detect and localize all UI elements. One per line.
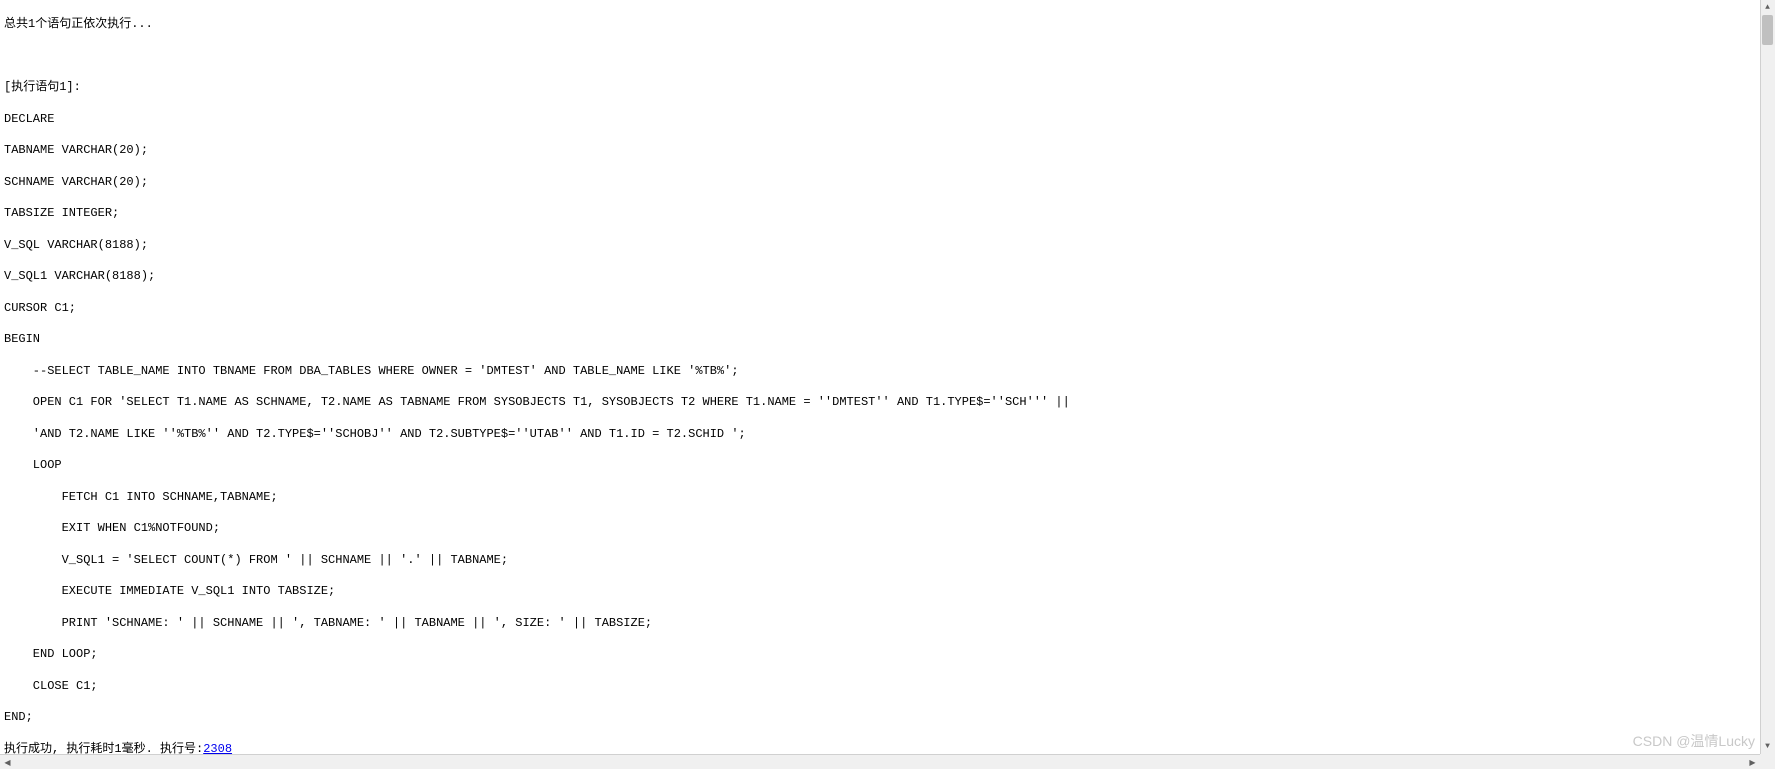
vertical-scrollbar[interactable]: ▲ ▼ [1760,0,1775,754]
code-line: V_SQL VARCHAR(8188); [4,237,1771,255]
code-line: OPEN C1 FOR 'SELECT T1.NAME AS SCHNAME, … [4,394,1771,412]
code-line: FETCH C1 INTO SCHNAME,TABNAME; [4,489,1771,507]
code-line: V_SQL1 = 'SELECT COUNT(*) FROM ' || SCHN… [4,552,1771,570]
code-line: END LOOP; [4,646,1771,664]
result-line: 执行成功, 执行耗时1毫秒. 执行号:2308 [4,741,1771,755]
code-line: TABSIZE INTEGER; [4,205,1771,223]
scrollbar-corner [1760,754,1775,769]
code-line: DECLARE [4,111,1771,129]
code-line: TABNAME VARCHAR(20); [4,142,1771,160]
scroll-up-arrow-icon[interactable]: ▲ [1760,0,1775,15]
scroll-down-arrow-icon[interactable]: ▼ [1760,739,1775,754]
code-line: CLOSE C1; [4,678,1771,696]
execution-id-link[interactable]: 2308 [203,742,232,755]
summary-line: 总共1个语句正依次执行... [4,16,1771,34]
code-line: 'AND T2.NAME LIKE ''%TB%'' AND T2.TYPE$=… [4,426,1771,444]
code-line: --SELECT TABLE_NAME INTO TBNAME FROM DBA… [4,363,1771,381]
sql-output-panel: 总共1个语句正依次执行... [执行语句1]: DECLARE TABNAME … [0,0,1775,754]
code-line: V_SQL1 VARCHAR(8188); [4,268,1771,286]
result-prefix: 执行成功, 执行耗时1毫秒. 执行号: [4,742,203,755]
horizontal-scrollbar[interactable]: ◀ ▶ [0,754,1760,769]
code-line: LOOP [4,457,1771,475]
code-line: SCHNAME VARCHAR(20); [4,174,1771,192]
code-line: END; [4,709,1771,727]
vertical-scroll-thumb[interactable] [1762,15,1773,45]
scroll-right-arrow-icon[interactable]: ▶ [1745,755,1760,770]
code-line: EXIT WHEN C1%NOTFOUND; [4,520,1771,538]
code-line: CURSOR C1; [4,300,1771,318]
code-line: PRINT 'SCHNAME: ' || SCHNAME || ', TABNA… [4,615,1771,633]
code-line: EXECUTE IMMEDIATE V_SQL1 INTO TABSIZE; [4,583,1771,601]
execution-label: [执行语句1]: [4,79,1771,97]
blank-line [4,48,1771,66]
scroll-left-arrow-icon[interactable]: ◀ [0,755,15,770]
code-line: BEGIN [4,331,1771,349]
